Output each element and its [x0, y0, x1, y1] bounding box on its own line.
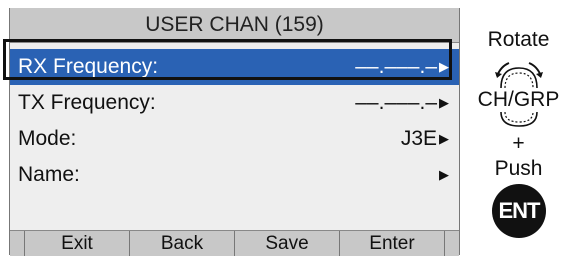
- name-label: Name:: [18, 163, 80, 186]
- menu-item-tx-frequency[interactable]: TX Frequency: ––.–––.– ▶: [10, 85, 459, 121]
- right-arrow-icon: ▶: [439, 131, 449, 146]
- tx-frequency-value: ––.–––.–: [355, 91, 437, 114]
- softkey-bar: Exit Back Save Enter: [10, 230, 459, 256]
- softkey-spacer: [10, 231, 24, 256]
- tx-frequency-label: TX Frequency:: [18, 91, 156, 114]
- screen-title: USER CHAN (159): [10, 8, 459, 43]
- ch-grp-label: CH/GRP: [477, 88, 560, 111]
- ent-button[interactable]: ENT: [492, 184, 546, 238]
- selection-frame: [3, 39, 452, 80]
- menu-item-mode[interactable]: Mode: J3E ▶: [10, 121, 459, 157]
- back-softkey[interactable]: Back: [129, 231, 234, 256]
- right-arrow-icon: ▶: [439, 167, 449, 182]
- mode-value: J3E: [400, 127, 437, 150]
- plus-sign: +: [512, 132, 525, 155]
- save-softkey[interactable]: Save: [234, 231, 339, 256]
- softkey-spacer: [444, 231, 459, 256]
- push-label: Push: [494, 157, 543, 180]
- right-arrow-icon: ▶: [439, 95, 449, 110]
- mode-label: Mode:: [18, 127, 77, 150]
- rotate-label: Rotate: [487, 28, 550, 51]
- control-instructions: Rotate CH/GRP + Push ENT: [470, 0, 567, 259]
- exit-softkey[interactable]: Exit: [24, 231, 129, 256]
- menu-item-name[interactable]: Name: ▶: [10, 157, 459, 193]
- enter-softkey[interactable]: Enter: [339, 231, 444, 256]
